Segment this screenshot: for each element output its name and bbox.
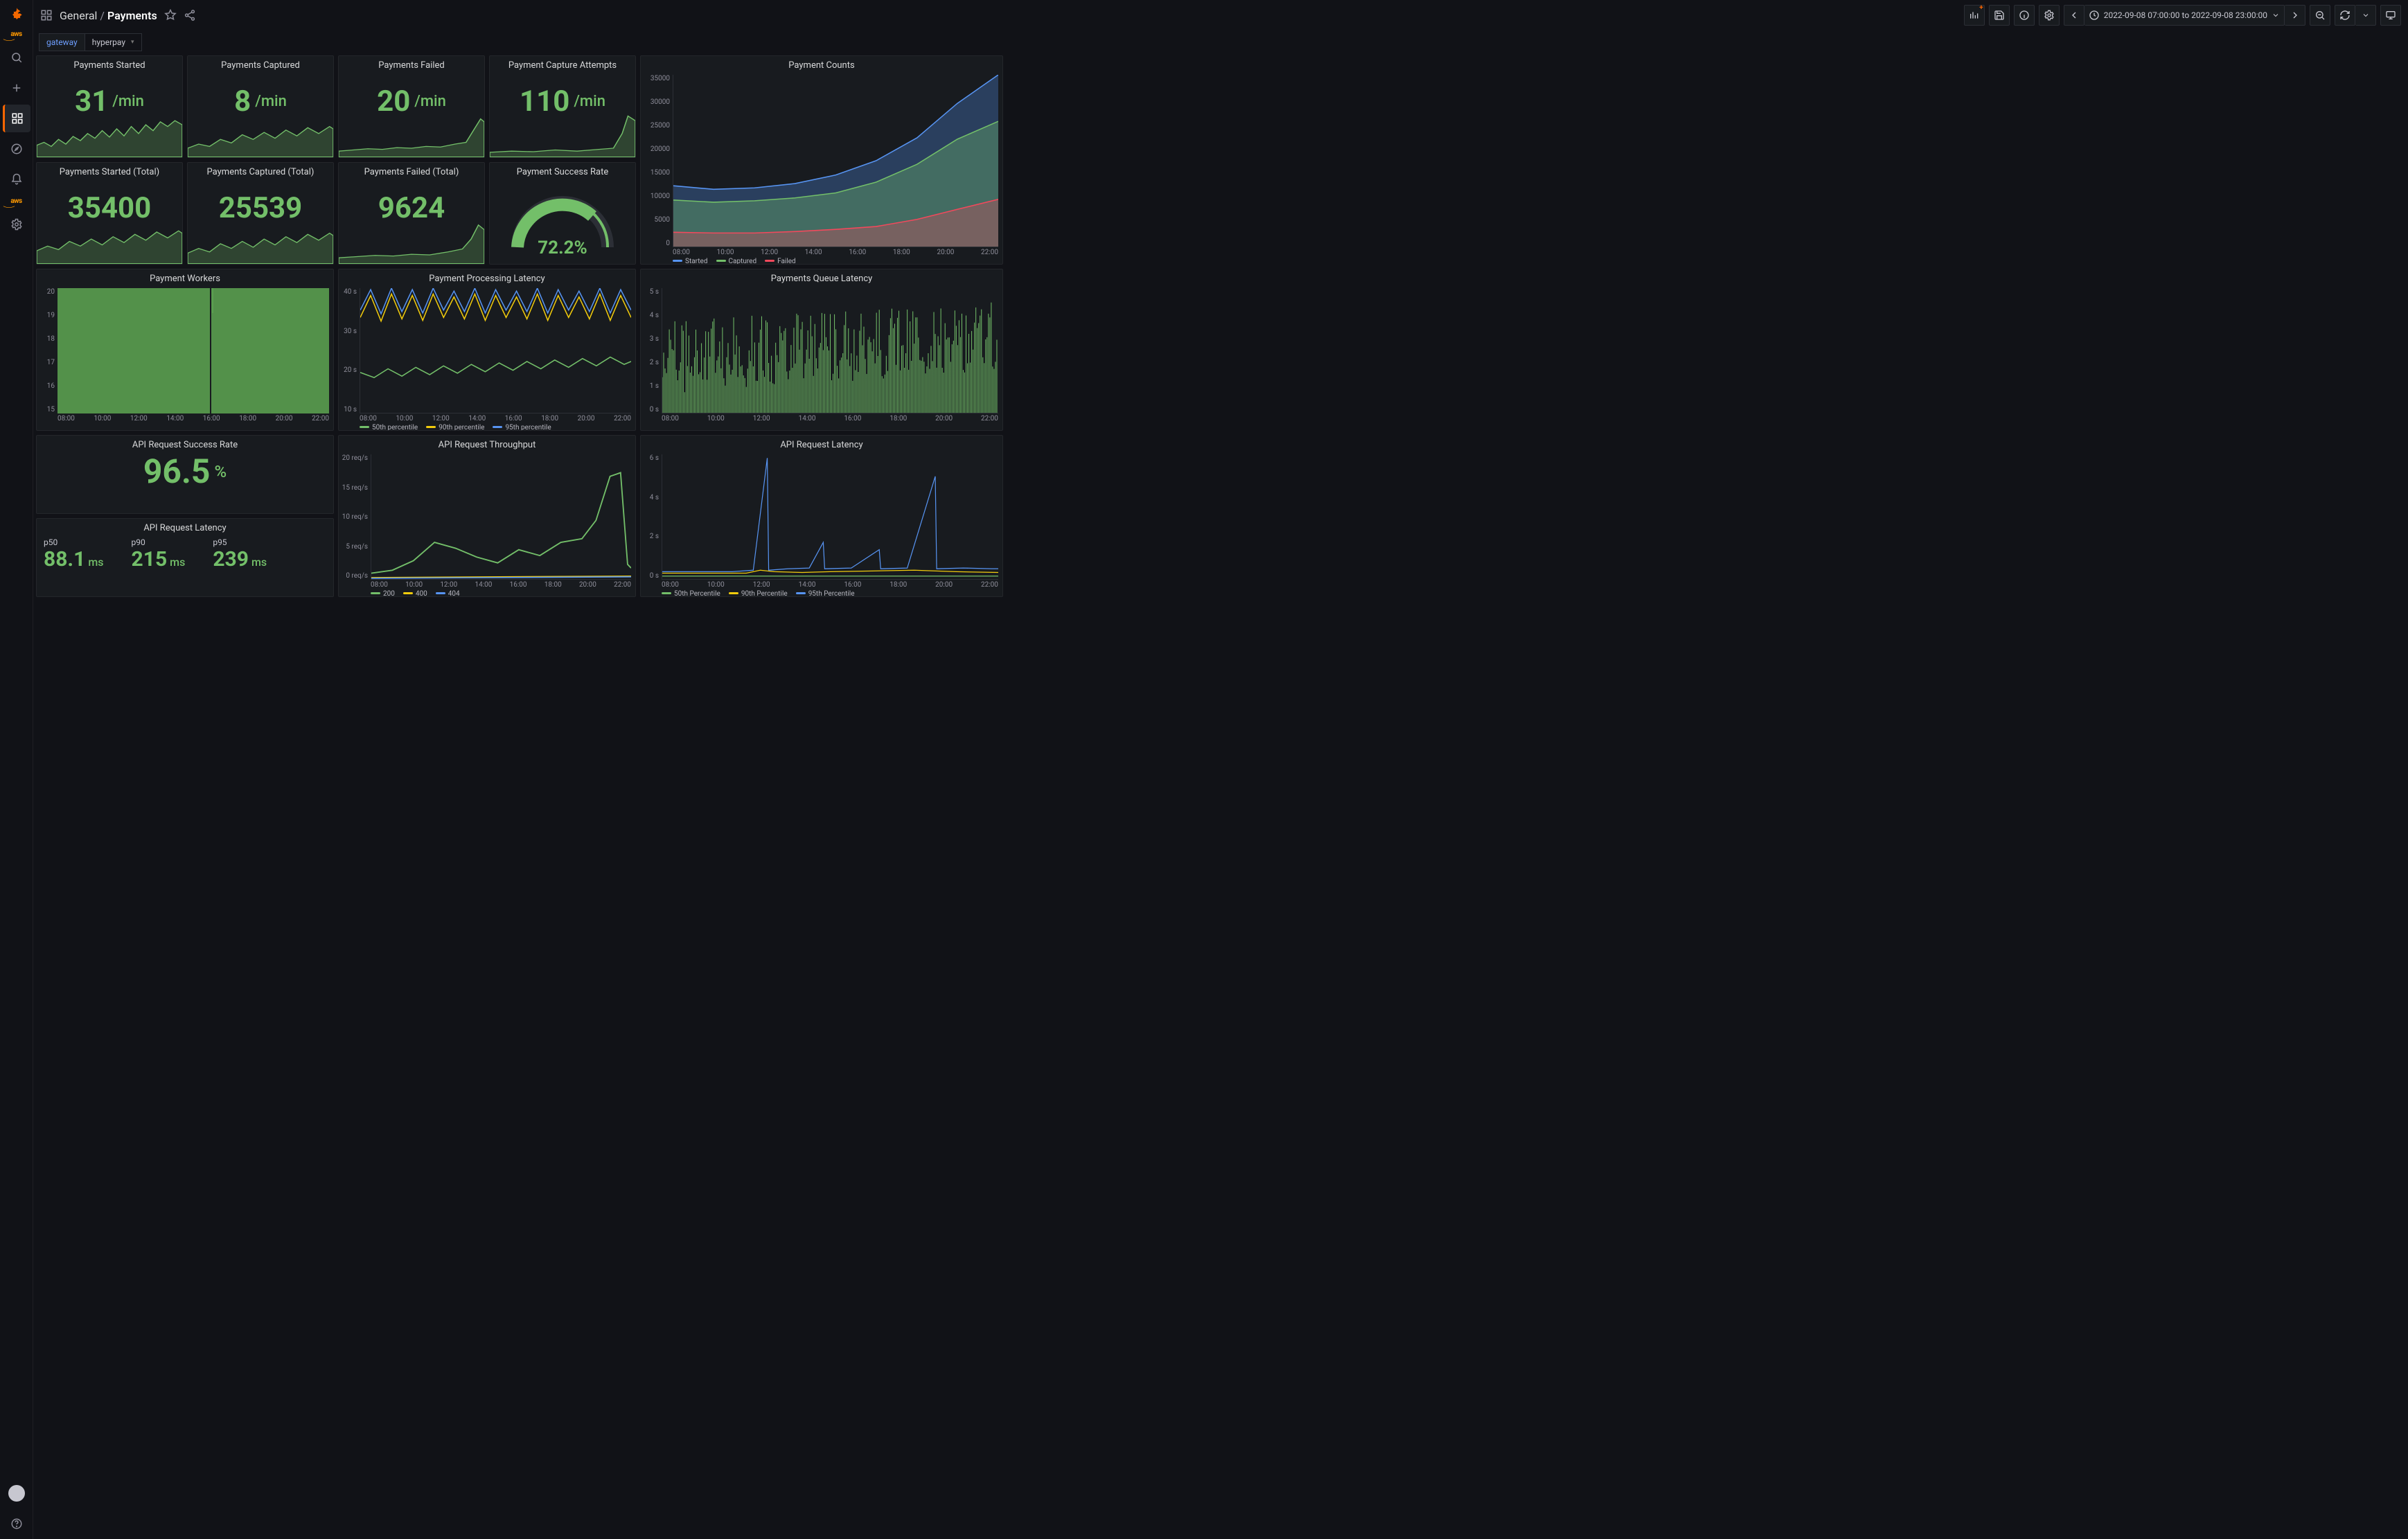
panel-api-latency-ts[interactable]: API Request Latency 6 s4 s2 s0 s 08:0010…: [640, 435, 1003, 597]
share-icon[interactable]: [184, 9, 196, 21]
aws-logo-icon: aws: [3, 30, 30, 42]
yaxis-ticks: 35000300002500020000150001000050000: [641, 75, 673, 247]
help-icon[interactable]: [3, 1510, 30, 1538]
chevron-down-icon: [2272, 11, 2280, 19]
dashboards-grid-icon[interactable]: [40, 9, 53, 21]
alerting-icon[interactable]: [3, 166, 30, 193]
kiosk-button[interactable]: [2380, 5, 2401, 26]
panel-api-throughput[interactable]: API Request Throughput 20 req/s15 req/s1…: [338, 435, 636, 597]
panel-payment-counts[interactable]: Payment Counts 3500030000250002000015000…: [640, 55, 1003, 265]
top-bar: General/Payments 2022-09-08 07:00:00 to …: [33, 0, 2408, 30]
clock-icon: [2089, 10, 2100, 21]
xaxis-ticks: 08:0010:0012:0014:0016:0018:0020:0022:00: [673, 249, 998, 257]
left-nav-rail: aws aws: [0, 0, 33, 1539]
panel-processing-latency[interactable]: Payment Processing Latency 40 s30 s20 s1…: [338, 269, 636, 431]
dashboard-grid: Payments Started 31/min Payments Capture…: [33, 55, 2408, 1539]
panel-api-success-rate[interactable]: API Request Success Rate 96.5%: [36, 435, 334, 514]
chart-legend: Started Captured Failed: [673, 257, 998, 264]
dashboards-icon[interactable]: [3, 105, 30, 132]
zoom-out-button[interactable]: [2310, 5, 2330, 26]
panel-payments-started-total[interactable]: Payments Started (Total) 35400: [36, 162, 183, 265]
explore-icon[interactable]: [3, 135, 30, 163]
breadcrumb[interactable]: General/Payments: [60, 9, 157, 22]
refresh-interval-button[interactable]: [2355, 5, 2376, 26]
star-icon[interactable]: [164, 9, 177, 21]
panel-payments-failed-total[interactable]: Payments Failed (Total) 9624: [338, 162, 485, 265]
dashboard-info-button[interactable]: [2014, 5, 2035, 26]
save-button[interactable]: [1989, 5, 2010, 26]
variable-dropdown[interactable]: hyperpay ▾: [85, 33, 142, 51]
panel-api-latency-stats[interactable]: API Request Latency p5088.1ms p90215ms p…: [36, 518, 334, 597]
variable-bar: gateway hyperpay ▾: [33, 30, 2408, 54]
panel-payment-workers[interactable]: Payment Workers 201918171615 08:0010:001…: [36, 269, 334, 431]
breadcrumb-name: Payments: [107, 9, 157, 22]
chart-plot: [673, 75, 998, 247]
panel-capture-attempts[interactable]: Payment Capture Attempts 110/min: [489, 55, 636, 158]
dashboard-settings-button[interactable]: [2039, 5, 2060, 26]
grafana-logo-icon[interactable]: [6, 4, 28, 26]
panel-payments-captured[interactable]: Payments Captured 8/min: [187, 55, 334, 158]
user-avatar[interactable]: [3, 1479, 30, 1507]
refresh-button[interactable]: [2335, 5, 2355, 26]
variable-label: gateway: [39, 33, 85, 51]
breadcrumb-folder[interactable]: General: [60, 9, 97, 22]
panel-payments-started[interactable]: Payments Started 31/min: [36, 55, 183, 158]
time-range-text: 2022-09-08 07:00:00 to 2022-09-08 23:00:…: [2104, 10, 2267, 20]
search-icon[interactable]: [3, 44, 30, 71]
add-panel-button[interactable]: [1964, 5, 1985, 26]
time-prev-button[interactable]: [2064, 5, 2084, 26]
configuration-icon[interactable]: [3, 211, 30, 238]
panel-payment-success-rate[interactable]: Payment Success Rate 72.2%: [489, 162, 636, 265]
time-next-button[interactable]: [2285, 5, 2305, 26]
panel-queue-latency[interactable]: Payments Queue Latency 5 s4 s3 s2 s1 s0 …: [640, 269, 1003, 431]
time-range-button[interactable]: 2022-09-08 07:00:00 to 2022-09-08 23:00:…: [2084, 5, 2285, 26]
panel-payments-failed[interactable]: Payments Failed 20/min: [338, 55, 485, 158]
panel-payments-captured-total[interactable]: Payments Captured (Total) 25539: [187, 162, 334, 265]
chevron-down-icon: ▾: [131, 39, 134, 46]
create-icon[interactable]: [3, 74, 30, 102]
aws-nav-icon[interactable]: aws: [3, 197, 30, 209]
